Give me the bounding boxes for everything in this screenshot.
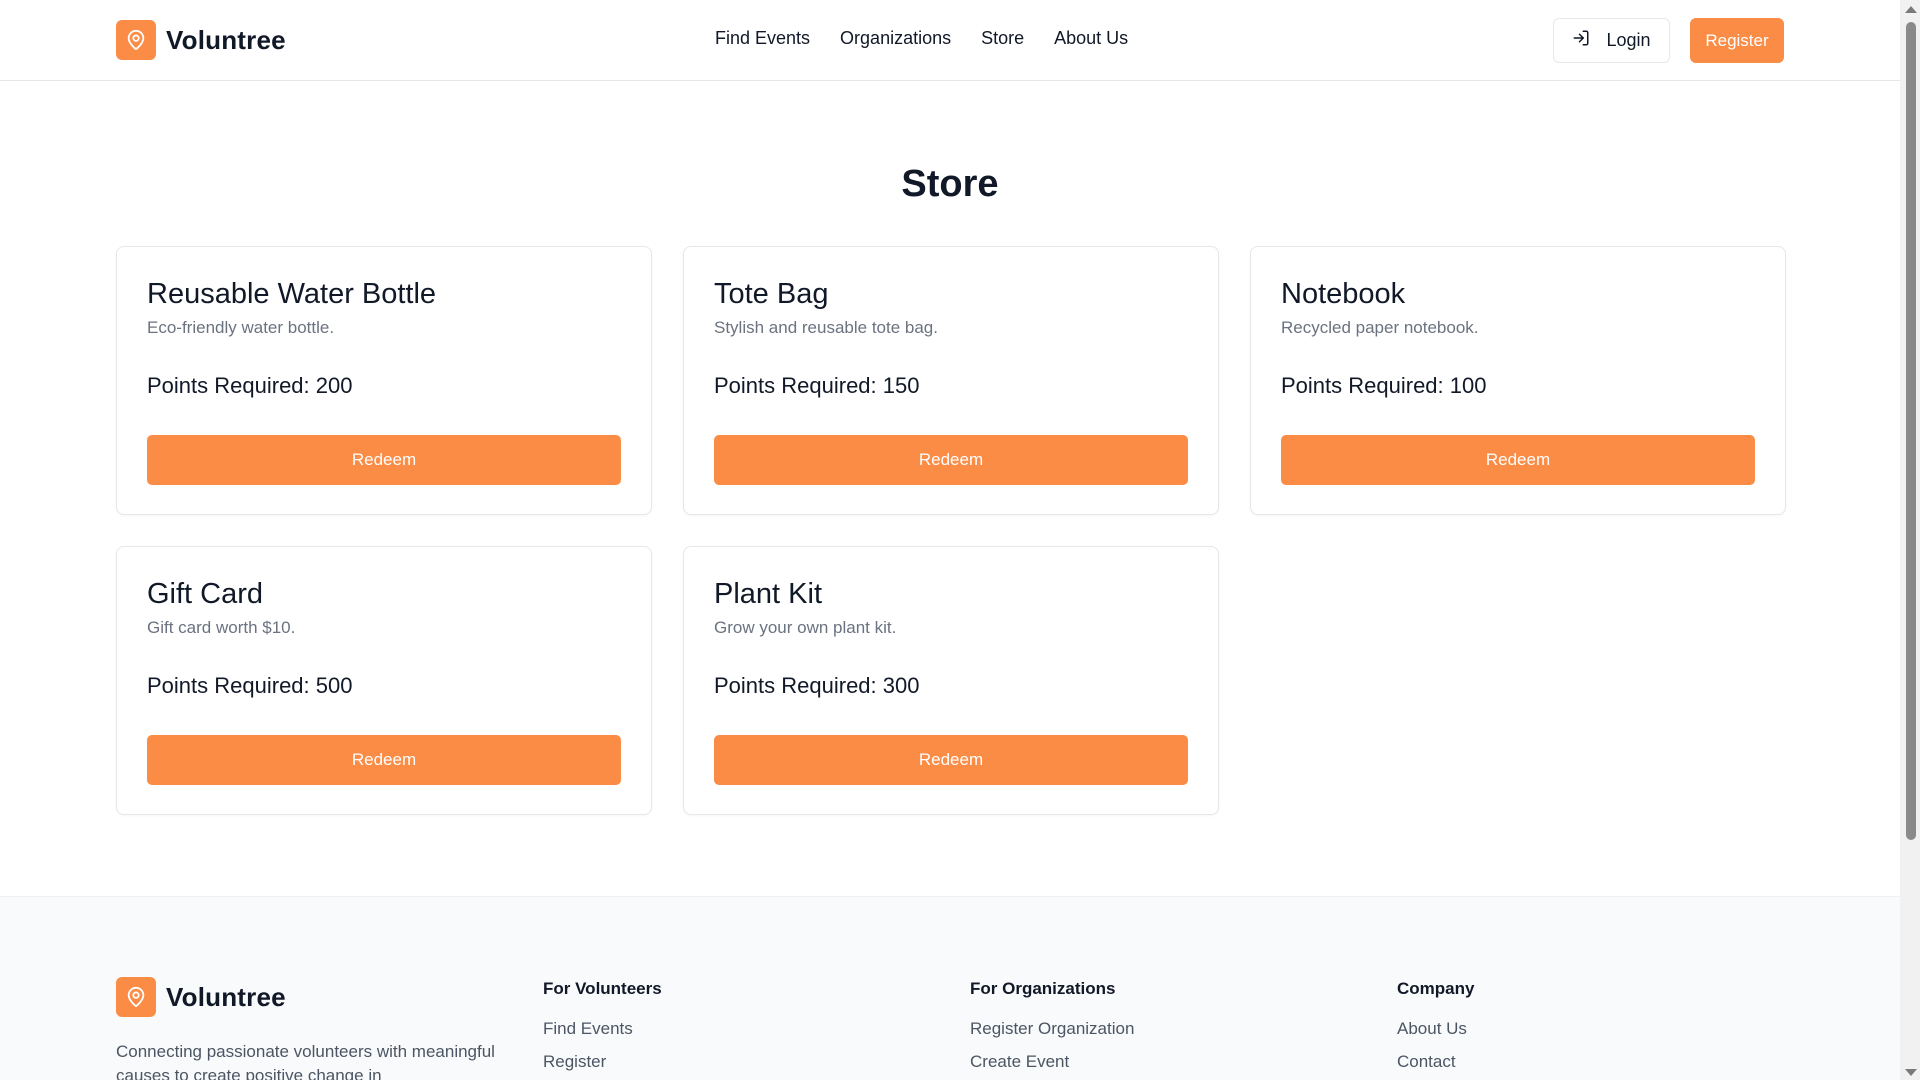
store-main: Store Reusable Water Bottle Eco-friendly… [0, 81, 1900, 896]
footer-link-about-us[interactable]: About Us [1397, 1019, 1474, 1039]
item-description: Gift card worth $10. [147, 618, 296, 637]
store-item-grid: Reusable Water Bottle Eco-friendly water… [116, 246, 1786, 815]
scroll-up-arrow-icon[interactable] [1905, 6, 1917, 13]
footer-column-volunteers: For Volunteers Find Events Register [543, 979, 662, 1080]
item-name: Reusable Water Bottle [147, 278, 437, 310]
store-item-card: Gift Card Gift card worth $10. Points Re… [116, 546, 652, 815]
footer-link-register[interactable]: Register [543, 1052, 662, 1072]
store-item-card: Plant Kit Grow your own plant kit. Point… [683, 546, 1219, 815]
item-points: Points Required: 300 [714, 673, 920, 698]
item-description: Eco-friendly water bottle. [147, 318, 335, 337]
login-button[interactable]: Login [1553, 18, 1670, 63]
footer-column-organizations: For Organizations Register Organization … [970, 979, 1134, 1080]
login-label: Login [1606, 30, 1651, 50]
item-name: Plant Kit [714, 578, 822, 610]
footer-heading: For Volunteers [543, 979, 662, 998]
footer-column-company: Company About Us Contact [1397, 979, 1474, 1080]
item-name: Gift Card [147, 578, 264, 610]
header-actions: Login Register [1553, 18, 1784, 63]
register-button[interactable]: Register [1690, 18, 1784, 63]
store-item-card: Notebook Recycled paper notebook. Points… [1250, 246, 1786, 515]
scroll-down-arrow-icon[interactable] [1905, 1069, 1917, 1076]
redeem-button[interactable]: Redeem [147, 435, 621, 485]
nav-find-events[interactable]: Find Events [715, 28, 810, 49]
brand-name: Voluntree [166, 24, 286, 55]
footer-link-contact[interactable]: Contact [1397, 1052, 1474, 1072]
item-name: Tote Bag [714, 278, 829, 310]
footer-heading: Company [1397, 979, 1475, 998]
store-item-card: Tote Bag Stylish and reusable tote bag. … [683, 246, 1219, 515]
map-pin-icon [116, 20, 156, 60]
scroll-thumb[interactable] [1906, 22, 1916, 840]
item-name: Notebook [1281, 278, 1406, 310]
site-header: Voluntree Find Events Organizations Stor… [0, 0, 1900, 81]
item-description: Stylish and reusable tote bag. [714, 318, 938, 337]
nav-organizations[interactable]: Organizations [840, 28, 951, 49]
footer-link-create-event[interactable]: Create Event [970, 1052, 1134, 1072]
item-points: Points Required: 150 [714, 373, 920, 398]
footer-description: Connecting passionate volunteers with me… [116, 1042, 495, 1080]
page-title: Store [901, 163, 999, 205]
nav-about-us[interactable]: About Us [1054, 28, 1128, 49]
redeem-button[interactable]: Redeem [714, 735, 1188, 785]
redeem-button[interactable]: Redeem [714, 435, 1188, 485]
footer-brand-name: Voluntree [166, 981, 286, 1012]
item-points: Points Required: 100 [1281, 373, 1487, 398]
brand-logo-link[interactable]: Voluntree [116, 20, 286, 60]
main-nav: Find Events Organizations Store About Us [715, 28, 1128, 49]
item-description: Recycled paper notebook. [1281, 318, 1479, 337]
footer-link-find-events[interactable]: Find Events [543, 1019, 662, 1039]
footer-brand[interactable]: Voluntree [116, 977, 286, 1017]
redeem-button[interactable]: Redeem [147, 735, 621, 785]
store-item-card: Reusable Water Bottle Eco-friendly water… [116, 246, 652, 515]
footer-heading: For Organizations [970, 979, 1116, 998]
site-footer: Voluntree Connecting passionate voluntee… [0, 896, 1900, 1080]
page-scrollbar[interactable] [1900, 0, 1920, 1080]
footer-link-register-organization[interactable]: Register Organization [970, 1019, 1134, 1039]
item-points: Points Required: 200 [147, 373, 353, 398]
page: Voluntree Find Events Organizations Stor… [0, 0, 1900, 1080]
item-points: Points Required: 500 [147, 673, 353, 698]
log-in-icon [1572, 29, 1590, 52]
item-description: Grow your own plant kit. [714, 618, 897, 637]
map-pin-icon [116, 977, 156, 1017]
nav-store[interactable]: Store [981, 28, 1024, 49]
redeem-button[interactable]: Redeem [1281, 435, 1755, 485]
